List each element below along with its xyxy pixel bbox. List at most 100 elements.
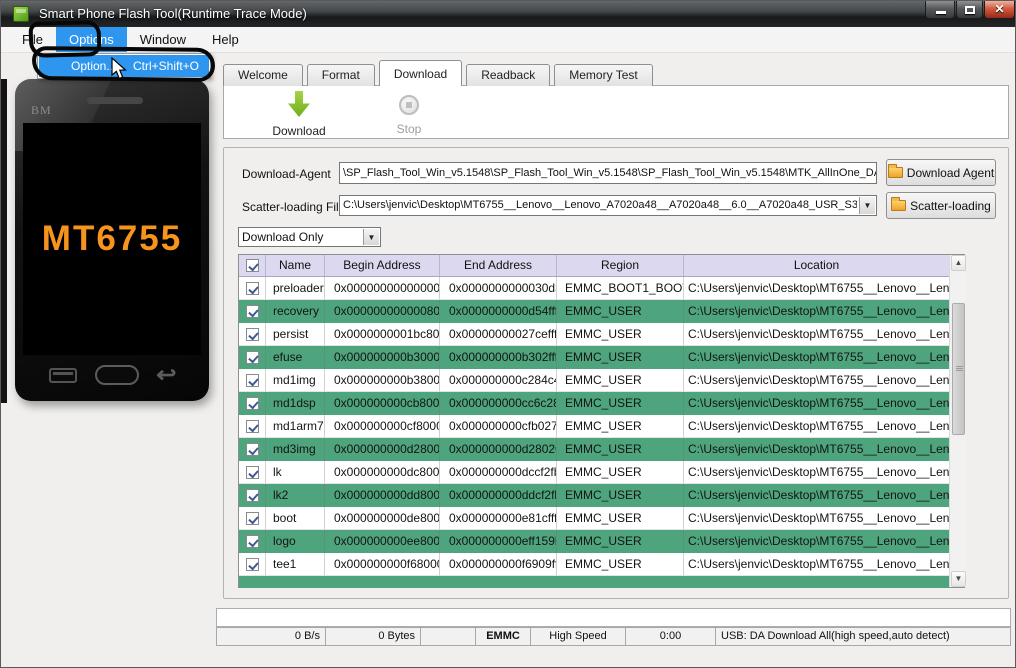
minimize-button[interactable] [925,1,955,19]
tab-welcome[interactable]: Welcome [223,64,303,86]
cell: 0x000000000cfb027f [440,415,557,438]
status-cell: EMMC [476,627,531,646]
cell: C:\Users\jenvic\Desktop\MT6755__Lenovo__… [684,369,949,392]
table-row[interactable]: preloader0x00000000000000000x00000000000… [239,277,949,300]
tab-download[interactable]: Download [378,60,463,86]
checkbox-icon[interactable] [245,373,259,387]
column-header[interactable]: Location [684,255,949,276]
download-button[interactable]: Download [254,91,344,138]
checkbox-icon[interactable] [245,351,259,364]
column-header[interactable]: End Address [440,255,557,276]
row-checkbox-cell[interactable] [239,415,266,438]
row-checkbox-cell[interactable] [239,438,266,461]
row-checkbox-cell[interactable] [239,507,266,530]
row-checkbox-cell[interactable] [239,369,266,392]
table-row[interactable]: md1img0x000000000b3800000x000000000c284c… [239,369,949,392]
scroll-up-icon[interactable]: ▲ [951,255,966,271]
menu-window[interactable]: Window [127,27,199,52]
phone-nav-buttons: ↩ [15,362,209,387]
download-agent-field[interactable]: \SP_Flash_Tool_Win_v5.1548\SP_Flash_Tool… [339,162,877,184]
checkbox-icon[interactable] [245,535,259,548]
checkbox-icon[interactable] [245,511,259,525]
maximize-icon [965,6,975,14]
cell: C:\Users\jenvic\Desktop\MT6755__Lenovo__… [688,350,949,364]
checkbox-icon[interactable] [245,443,259,456]
checkbox-icon[interactable] [245,419,259,433]
checkbox-icon[interactable] [245,397,259,410]
cell: C:\Users\jenvic\Desktop\MT6755__Lenovo__… [684,277,949,300]
row-checkbox-cell[interactable] [239,300,266,323]
select-all-cell[interactable] [239,255,266,276]
phone-brand-label: BM [31,103,52,117]
cell: EMMC_USER [557,507,684,530]
table-row[interactable]: boot0x000000000de800000x000000000e81cfff… [239,507,949,530]
download-agent-browse-button[interactable]: Download Agent [886,159,996,186]
checkbox-icon[interactable] [245,557,259,571]
select-all-checkbox-icon[interactable] [245,259,259,272]
column-header[interactable]: Begin Address [325,255,440,276]
checkbox-icon[interactable] [245,305,259,318]
table-row[interactable]: lk20x000000000dd800000x000000000ddcf2fbE… [239,484,949,507]
cursor-icon [111,57,127,80]
chevron-down-icon[interactable]: ▼ [859,197,875,214]
cell: 0x000000000de80000 [325,507,440,530]
table-row[interactable]: efuse0x000000000b3000000x000000000b302ff… [239,346,949,369]
tab-memory-test[interactable]: Memory Test [554,64,653,86]
menu-help[interactable]: Help [199,27,252,52]
cell: 0x000000000dccf2fb [440,461,557,484]
close-button[interactable]: ✕ [984,1,1015,19]
table-row[interactable]: logo0x000000000ee800000x000000000eff159b… [239,530,949,553]
table-scrollbar[interactable]: ▲ ▼ [949,255,966,587]
chevron-down-icon[interactable]: ▼ [363,229,379,245]
row-checkbox-cell[interactable] [239,553,266,576]
title-bar[interactable]: Smart Phone Flash Tool(Runtime Trace Mod… [1,1,1015,27]
table-row[interactable]: lk0x000000000dc800000x000000000dccf2fbEM… [239,461,949,484]
row-checkbox-cell[interactable] [239,392,266,415]
cell: EMMC_USER [557,484,684,507]
cell: persist [266,323,325,346]
table-row[interactable]: tee1 0x000000000f680000 0x000000000f6909ff… [239,553,949,576]
checkbox-icon[interactable] [245,489,259,502]
table-row[interactable]: md1dsp0x000000000cb800000x000000000cc6c2… [239,392,949,415]
column-header[interactable]: Region [557,255,684,276]
scroll-down-icon[interactable]: ▼ [951,571,966,587]
stop-button[interactable]: Stop [364,91,454,136]
table-row[interactable]: md1arm7 0x000000000cf80000 0x000000000cfb0… [239,415,949,438]
stop-button-label: Stop [396,122,422,136]
cell: 0x000000000dc80000 [325,461,440,484]
download-arrow-icon [288,91,310,117]
cell: EMMC_USER [557,323,684,346]
tab-format[interactable]: Format [306,64,375,86]
row-checkbox-cell[interactable] [239,461,266,484]
cell: C:\Users\jenvic\Desktop\MT6755__Lenovo__… [688,304,949,318]
row-checkbox-cell[interactable] [239,346,266,369]
checkbox-icon[interactable] [245,281,259,295]
tab-readback[interactable]: Readback [466,64,551,86]
scatter-browse-button[interactable]: Scatter-loading [886,192,996,219]
cell: lk2 [266,484,325,507]
menu-file[interactable]: File [9,27,56,52]
cell: efuse [266,346,325,369]
phone-back-icon: ↩ [155,362,176,387]
checkbox-icon[interactable] [245,465,259,479]
cell: 0x000000000c284c4f [440,369,557,392]
status-cell [421,627,476,646]
checkbox-icon[interactable] [245,327,259,341]
row-checkbox-cell[interactable] [239,530,266,553]
table-row[interactable]: md3img0x000000000d2800000x000000000d2802… [239,438,949,461]
maximize-button[interactable] [956,1,983,19]
column-header[interactable]: Name [266,255,325,276]
row-checkbox-cell[interactable] [239,323,266,346]
cell: lk [266,461,325,484]
download-mode-select[interactable]: Download Only ▼ [238,227,381,247]
menu-options[interactable]: Options [55,27,127,52]
scatter-file-combobox[interactable]: C:\Users\jenvic\Desktop\MT6755__Lenovo__… [339,195,877,216]
cell: md3img [266,438,325,461]
row-checkbox-cell[interactable] [239,277,266,300]
table-row[interactable]: persist0x0000000001bc80000x00000000027ce… [239,323,949,346]
row-checkbox-cell[interactable] [239,484,266,507]
table-row[interactable]: recovery0x00000000000080000x0000000000d5… [239,300,949,323]
scrollbar-thumb[interactable] [952,303,965,435]
cell: EMMC_USER [557,438,684,461]
cell: 0x000000000e81cfff [440,507,557,530]
